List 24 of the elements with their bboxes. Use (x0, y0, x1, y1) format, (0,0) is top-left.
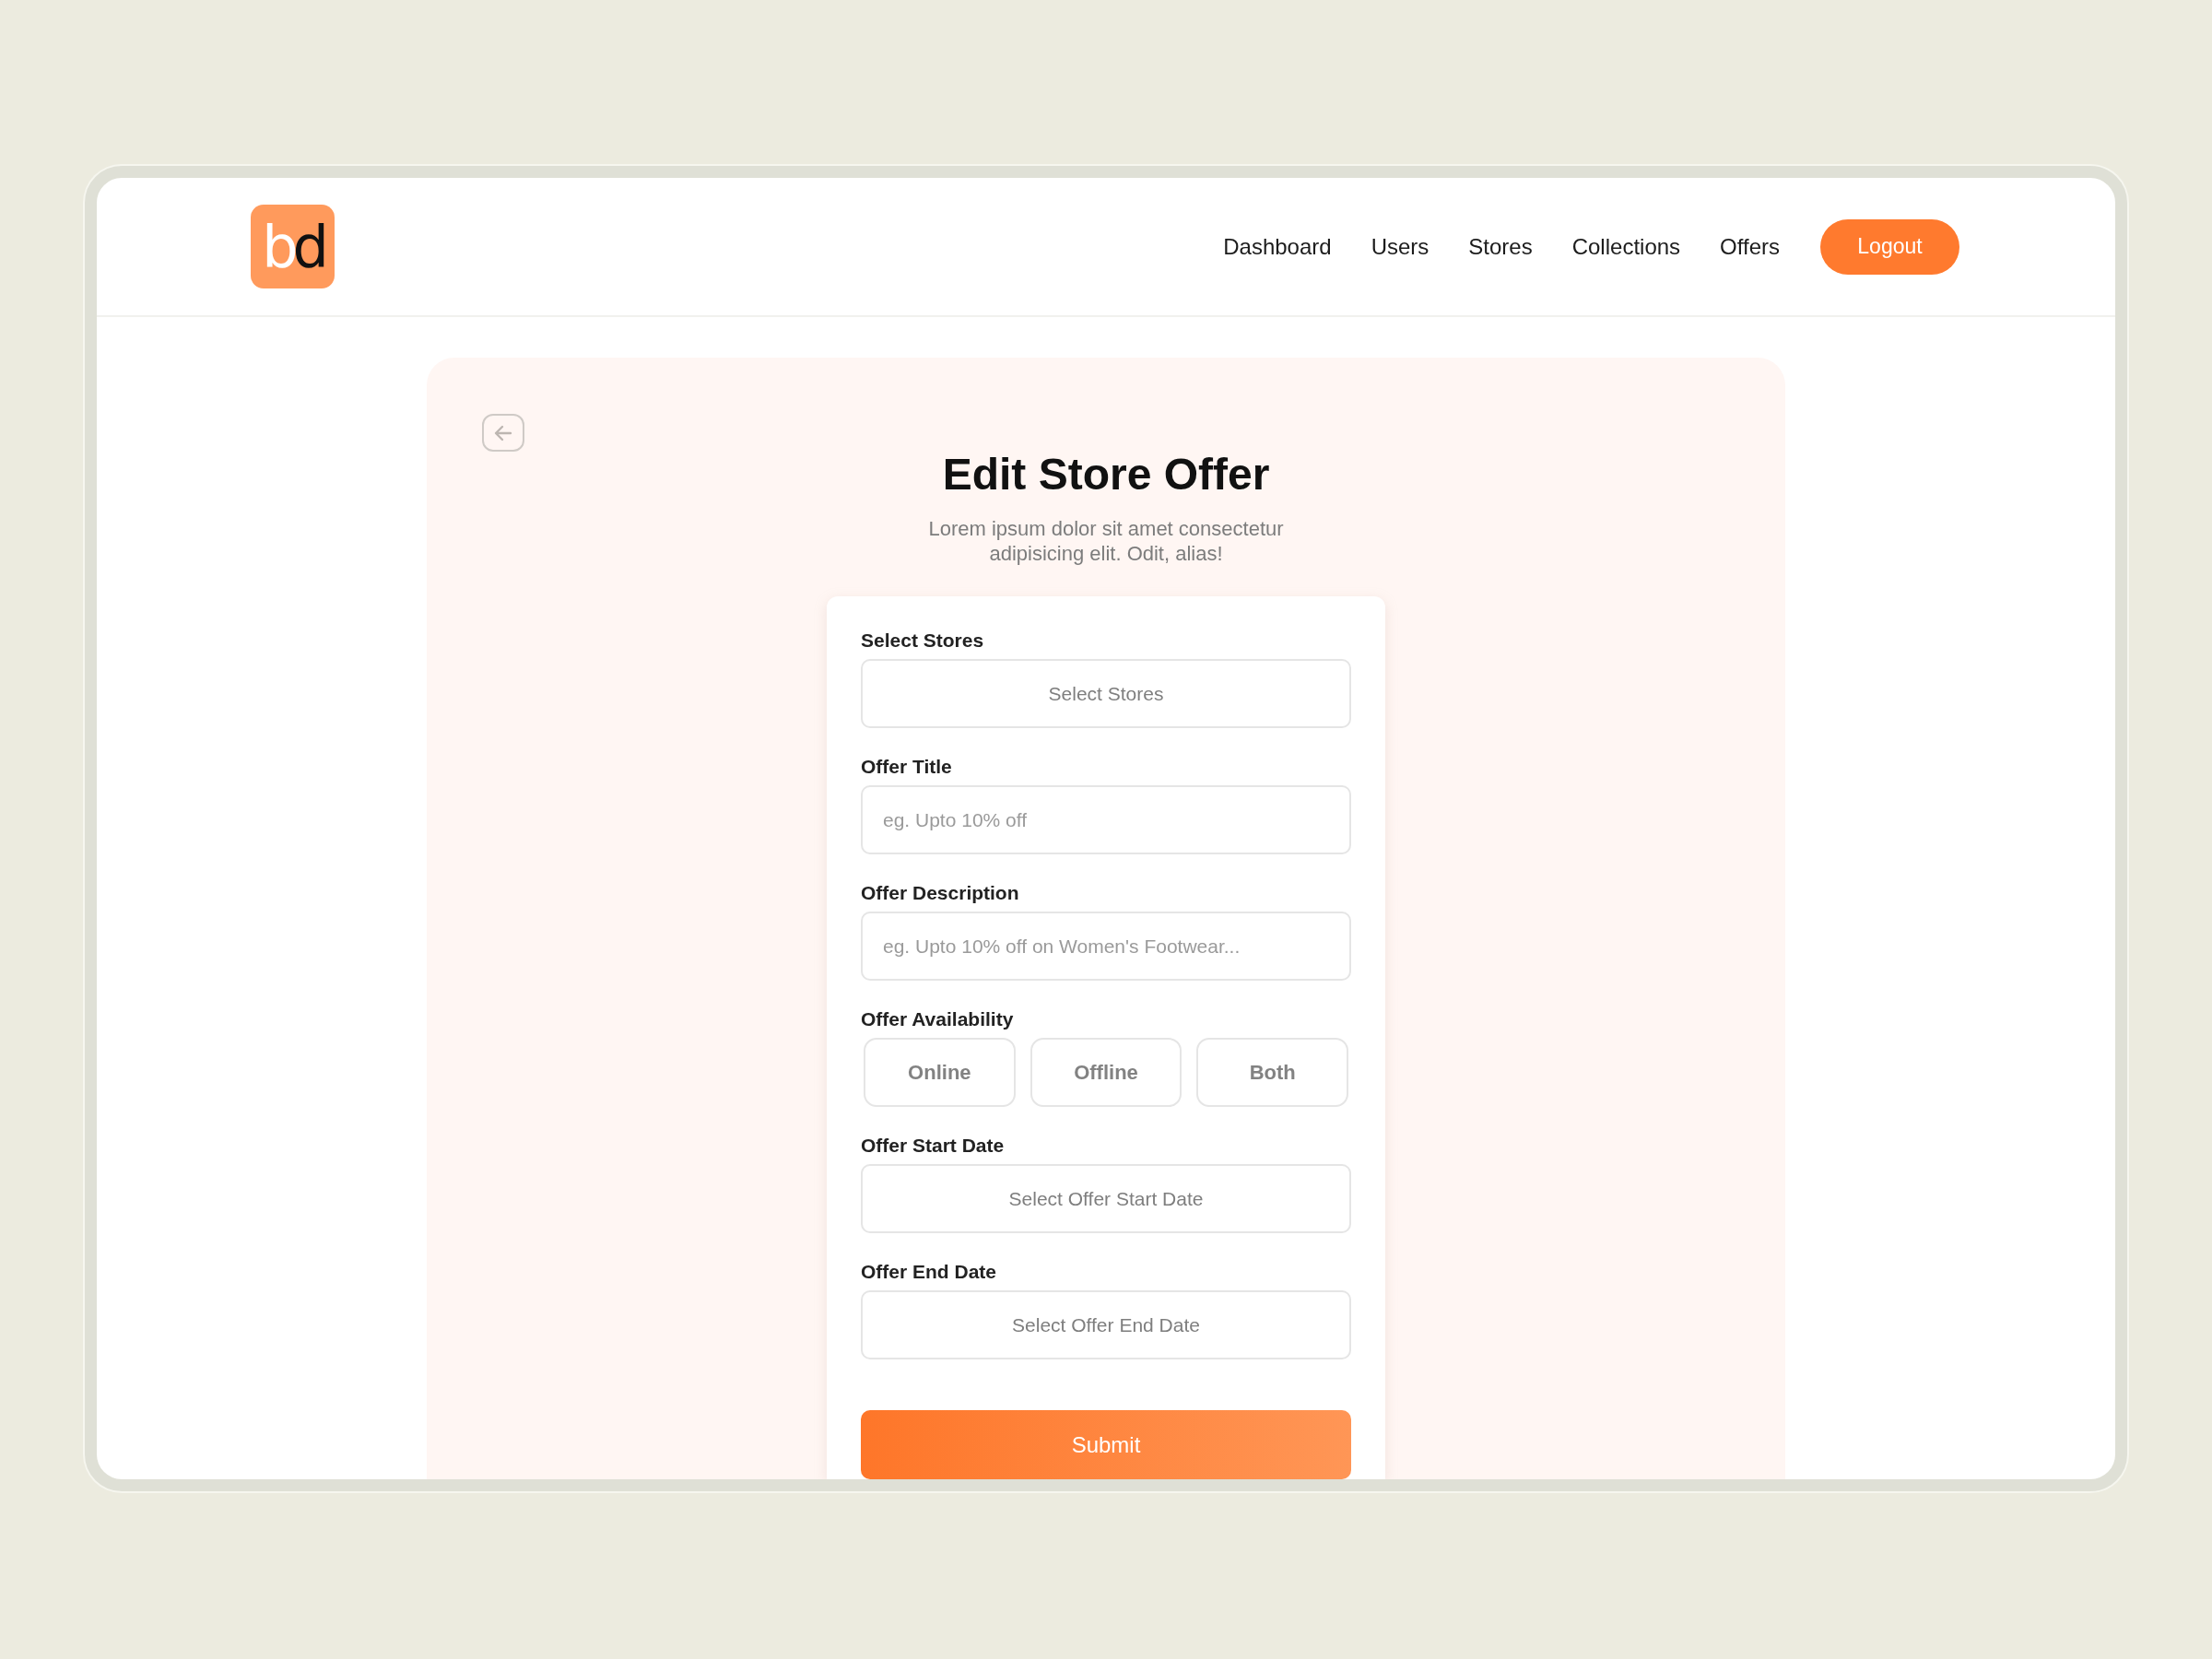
field-label: Select Stores (861, 629, 984, 652)
picker-field[interactable]: Select Offer End Date (861, 1290, 1351, 1359)
picker-field[interactable]: Select Offer Start Date (861, 1164, 1351, 1233)
back-arrow-icon (494, 424, 512, 441)
nav-link[interactable]: Dashboard (1223, 229, 1332, 264)
text-input-field[interactable]: eg. Upto 10% off on Women's Footwear... (861, 912, 1351, 981)
field-label: Offer Start Date (861, 1135, 1005, 1157)
page-subtitle: Lorem ipsum dolor sit amet consectetur adipisicing elit. Odit, alias! (927, 516, 1285, 566)
nav-link[interactable]: Stores (1468, 229, 1533, 264)
nav-link[interactable]: Users (1371, 229, 1430, 264)
picker-field[interactable]: Select Stores (861, 659, 1351, 728)
availability-option[interactable]: Both (1196, 1038, 1348, 1107)
field-label: Offer Availability (861, 1008, 1014, 1030)
field-label: Offer End Date (861, 1261, 997, 1283)
logo[interactable]: bd (251, 205, 335, 288)
page-title: Edit Store Offer (942, 452, 1270, 498)
availability-option[interactable]: Online (864, 1038, 1016, 1107)
nav-link[interactable]: Offers (1720, 229, 1780, 264)
field-label: Offer Title (861, 756, 952, 778)
back-button[interactable] (482, 414, 524, 452)
nav-link[interactable]: Collections (1571, 229, 1681, 264)
text-input-field[interactable]: eg. Upto 10% off (861, 785, 1351, 854)
availability-option[interactable]: Offline (1030, 1038, 1182, 1107)
field-label: Offer Description (861, 882, 1019, 904)
